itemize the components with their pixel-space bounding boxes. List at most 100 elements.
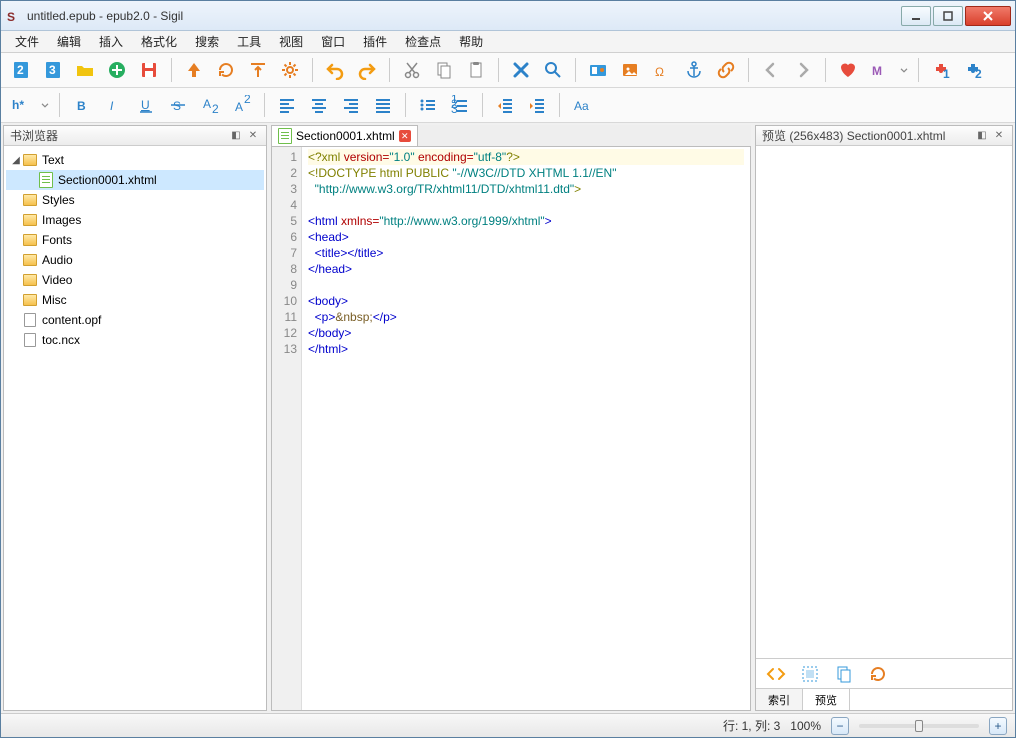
heart-icon[interactable] [834,57,862,83]
arrow-up-icon[interactable] [180,57,208,83]
tree-folder[interactable]: Styles [6,190,264,210]
panel-float-icon[interactable]: ◧ [229,129,243,143]
add-icon[interactable] [103,57,131,83]
refresh-icon[interactable] [864,661,892,687]
panel-float-icon[interactable]: ◧ [975,129,989,143]
copy-icon[interactable] [430,57,458,83]
tree-file[interactable]: toc.ncx [6,330,264,350]
panel-close-icon[interactable]: ✕ [246,129,260,143]
image-tweak-icon[interactable] [584,57,612,83]
align-top-icon[interactable] [244,57,272,83]
code-editor[interactable]: 12345678910111213 <?xml version="1.0" en… [271,147,751,711]
code-line[interactable]: <body> [308,293,744,309]
open-folder-icon[interactable] [71,57,99,83]
maximize-button[interactable] [933,6,963,26]
superscript-icon[interactable]: A2 [228,92,256,118]
minimize-button[interactable] [901,6,931,26]
book-browser-tree[interactable]: ◢TextSection0001.xhtmlStylesImagesFontsA… [4,146,266,710]
reload-icon[interactable] [212,57,240,83]
menu-item[interactable]: 编辑 [49,31,89,52]
epub2-icon[interactable]: 2 [7,57,35,83]
save-icon[interactable] [135,57,163,83]
menu-item[interactable]: 帮助 [451,31,491,52]
dropdown-icon[interactable] [39,92,51,118]
tab-index[interactable]: 索引 [756,689,803,710]
metadata-icon[interactable]: M [866,57,894,83]
menu-item[interactable]: 视图 [271,31,311,52]
settings-icon[interactable] [276,57,304,83]
tree-folder[interactable]: Fonts [6,230,264,250]
tree-folder[interactable]: Images [6,210,264,230]
align-center-icon[interactable] [305,92,333,118]
menu-item[interactable]: 窗口 [313,31,353,52]
list-ol-icon[interactable]: 123 [446,92,474,118]
align-right-icon[interactable] [337,92,365,118]
tree-folder[interactable]: Video [6,270,264,290]
epub3-icon[interactable]: 3 [39,57,67,83]
tree-folder[interactable]: Audio [6,250,264,270]
code-line[interactable]: </html> [308,341,744,357]
zoom-slider[interactable] [859,724,979,728]
anchor-icon[interactable] [680,57,708,83]
tree-folder[interactable]: Misc [6,290,264,310]
code-line[interactable]: </body> [308,325,744,341]
subscript-icon[interactable]: A2 [196,92,224,118]
tree-folder[interactable]: ◢Text [6,150,264,170]
code-view-icon[interactable] [762,661,790,687]
panel-close-icon[interactable]: ✕ [992,129,1006,143]
search-icon[interactable] [539,57,567,83]
menu-item[interactable]: 检查点 [397,31,449,52]
menu-item[interactable]: 文件 [7,31,47,52]
code-line[interactable]: <p>&nbsp;</p> [308,309,744,325]
case-icon[interactable]: Aa [568,92,596,118]
zoom-slider-thumb[interactable] [915,720,923,732]
tab-preview[interactable]: 预览 [803,689,850,710]
code-line[interactable]: <head> [308,229,744,245]
menu-item[interactable]: 工具 [229,31,269,52]
menu-item[interactable]: 格式化 [133,31,185,52]
book-browser-header[interactable]: 书浏览器 ◧ ✕ [4,126,266,146]
select-icon[interactable] [796,661,824,687]
align-left-icon[interactable] [273,92,301,118]
code-line[interactable]: <?xml version="1.0" encoding="utf-8"?> [308,149,744,165]
insert-image-icon[interactable] [616,57,644,83]
tree-file[interactable]: Section0001.xhtml [6,170,264,190]
code-line[interactable]: </head> [308,261,744,277]
code-line[interactable]: <html xmlns="http://www.w3.org/1999/xhtm… [308,213,744,229]
code-line[interactable]: <!DOCTYPE html PUBLIC "-//W3C//DTD XHTML… [308,165,744,181]
code-line[interactable] [308,197,744,213]
outdent-icon[interactable] [491,92,519,118]
sigil-x-icon[interactable] [507,57,535,83]
back-arrow-icon[interactable] [757,57,785,83]
italic-icon[interactable]: I [100,92,128,118]
editor-tab[interactable]: Section0001.xhtml ✕ [271,125,418,146]
menu-item[interactable]: 搜索 [187,31,227,52]
redo-icon[interactable] [353,57,381,83]
omega-icon[interactable]: Ω [648,57,676,83]
titlebar[interactable]: S untitled.epub - epub2.0 - Sigil [1,1,1015,31]
code-area[interactable]: <?xml version="1.0" encoding="utf-8"?><!… [302,147,750,710]
zoom-in-button[interactable]: + [989,717,1007,735]
plugin1-icon[interactable]: 1 [927,57,955,83]
menu-item[interactable]: 插件 [355,31,395,52]
heading-icon[interactable]: h* [7,92,35,118]
preview-header[interactable]: 预览 (256x483) Section0001.xhtml ◧ ✕ [756,126,1012,146]
list-ul-icon[interactable] [414,92,442,118]
bold-icon[interactable]: B [68,92,96,118]
underline-icon[interactable]: U [132,92,160,118]
indent-icon[interactable] [523,92,551,118]
tab-close-icon[interactable]: ✕ [399,130,411,142]
code-line[interactable]: "http://www.w3.org/TR/xhtml11/DTD/xhtml1… [308,181,744,197]
cut-icon[interactable] [398,57,426,83]
dropdown-icon[interactable] [898,57,910,83]
code-line[interactable]: <title></title> [308,245,744,261]
align-justify-icon[interactable] [369,92,397,118]
plugin2-icon[interactable]: 2 [959,57,987,83]
copy-icon[interactable] [830,661,858,687]
close-button[interactable] [965,6,1011,26]
paste-icon[interactable] [462,57,490,83]
menu-item[interactable]: 插入 [91,31,131,52]
strikethrough-icon[interactable]: S [164,92,192,118]
tree-file[interactable]: content.opf [6,310,264,330]
link-icon[interactable] [712,57,740,83]
